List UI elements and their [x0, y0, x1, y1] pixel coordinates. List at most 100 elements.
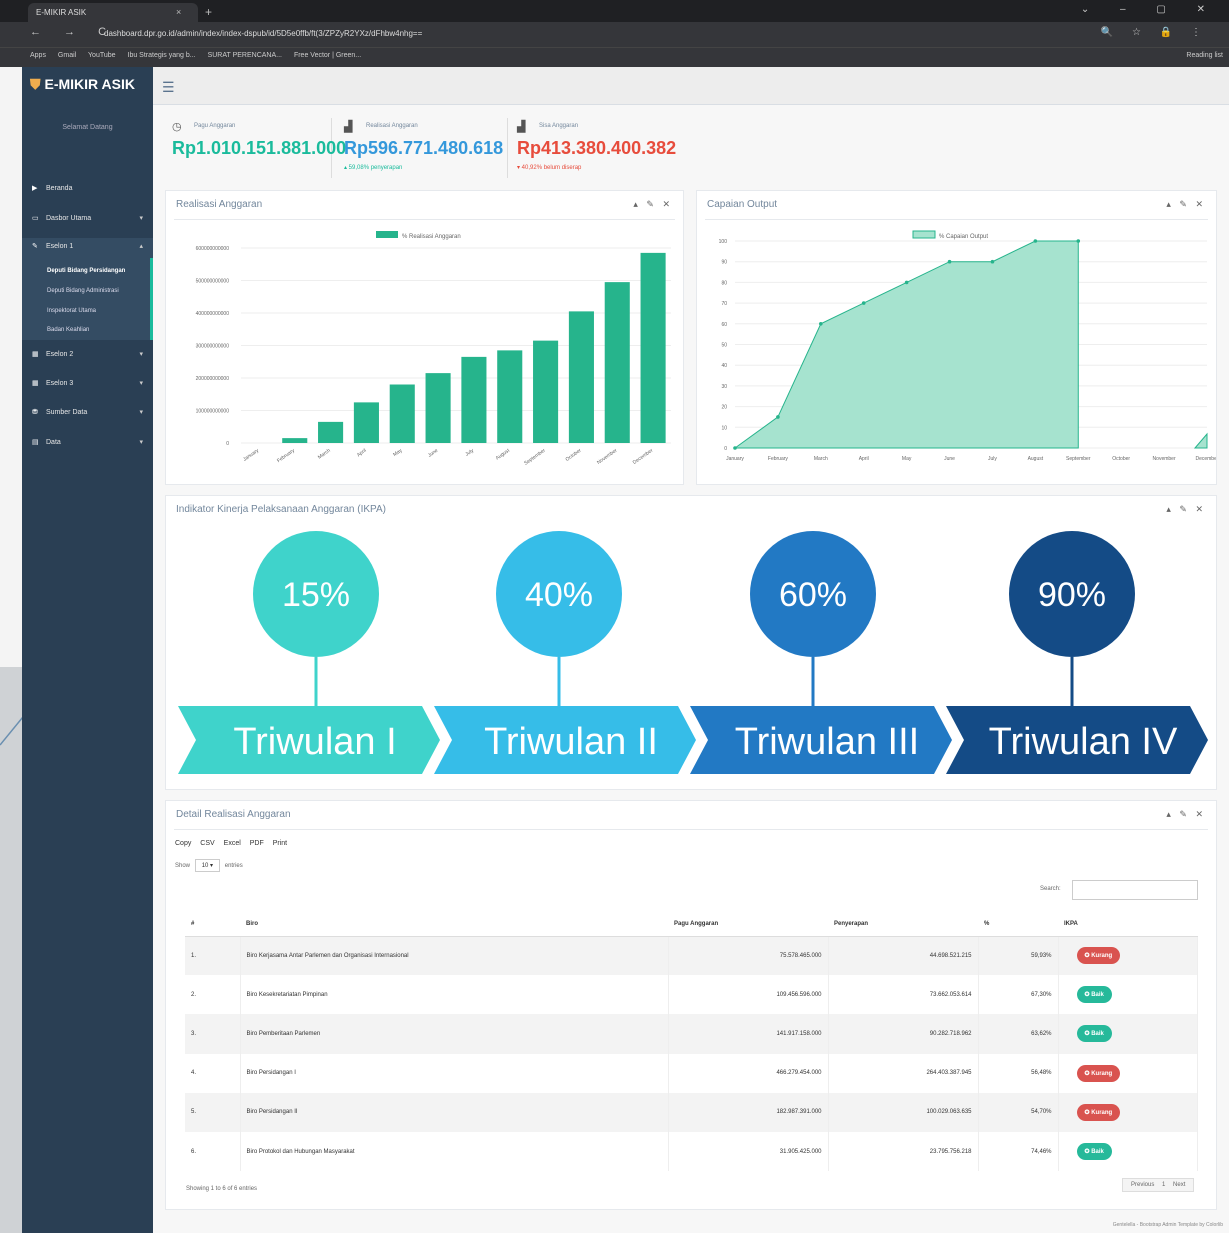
bookmark-gmail[interactable]: Gmail — [58, 52, 76, 59]
y-tick-label: 80 — [721, 280, 727, 286]
bar — [425, 373, 451, 443]
table-row: 2. Biro Kesekretariatan Pimpinan 109.456.5… — [185, 975, 1198, 1015]
bar — [640, 252, 666, 443]
sidebar-item-eselon-2[interactable]: ▦ Eselon 2 ▾ — [22, 346, 153, 366]
cell-biro: Biro Kesekretariatan Pimpinan — [240, 975, 669, 1015]
panel-realisasi: Realisasi Anggaran ▴ ✎ ✕ % Realisasi Ang… — [165, 190, 684, 485]
ikpa-badge[interactable]: ✪ Baik — [1076, 1025, 1112, 1043]
col-header-no[interactable]: # — [185, 912, 240, 937]
table-row: 3. Biro Pemberitaan Parlemen 141.917.158.0… — [185, 1014, 1198, 1054]
menu-toggle-icon[interactable]: ☰ — [162, 79, 175, 96]
table-body: 1. Biro Kerjasama Antar Parlemen dan Orga… — [185, 936, 1198, 1172]
cell-biro: Biro Pemberitaan Parlemen — [240, 1014, 669, 1054]
next-button[interactable]: Next — [1173, 1182, 1185, 1188]
x-tick-label: July — [988, 456, 997, 462]
legend-swatch — [912, 230, 936, 239]
col-header-percent[interactable]: % — [978, 912, 1058, 937]
x-tick-label: December — [632, 448, 655, 466]
ikpa-badge[interactable]: ✪ Kurang — [1076, 1103, 1121, 1121]
page-1-button[interactable]: 1 — [1162, 1182, 1165, 1188]
submenu-deputi-administrasi[interactable]: Deputi Bidang Administrasi — [22, 285, 153, 301]
bar — [604, 282, 630, 443]
y-tick-label: 30 — [721, 384, 727, 390]
ikpa-percent: 90% — [1038, 576, 1106, 614]
cell-pagu: 75.578.465.000 — [668, 936, 829, 976]
cell-biro: Biro Kerjasama Antar Parlemen dan Organi… — [240, 936, 669, 976]
sidebar-item-eselon-1[interactable]: ✎ Eselon 1 ▴ — [22, 238, 153, 258]
bookmark-item[interactable]: SURAT PERENCANA... — [208, 52, 282, 59]
toolbar-icons[interactable]: 🔍 ☆ 🔒 ⋮ — [1101, 27, 1209, 38]
submenu-deputi-persidangan[interactable]: Deputi Bidang Persidangan — [22, 265, 153, 281]
stat-value: Rp596.771.480.618 — [344, 138, 504, 158]
brand[interactable]: ⛊ E-MIKIR ASIK — [30, 76, 135, 93]
entries-select[interactable]: 10 ▾ — [194, 859, 221, 872]
y-tick-label: 40 — [721, 363, 727, 369]
bar — [353, 402, 379, 443]
stat-sub: ▾ 40,92% belum diserap — [517, 165, 582, 171]
col-header-penyerapan[interactable]: Penyerapan — [828, 912, 978, 937]
panel-tools[interactable]: ▴ ✎ ✕ — [1166, 809, 1206, 820]
bookmark-item[interactable]: Ibu Strategis yang b... — [128, 52, 196, 59]
copy-button[interactable]: Copy — [175, 840, 191, 847]
table-header-row: # Biro Pagu Anggaran Penyerapan % IKPA — [185, 912, 1198, 937]
window-controls[interactable]: ⌄ – ▢ ✕ — [1081, 4, 1219, 15]
sidebar-item-data[interactable]: ▤ Data ▾ — [22, 434, 153, 454]
submenu-badan-keahlian[interactable]: Badan Keahlian — [22, 324, 153, 340]
panel-tools[interactable]: ▴ ✎ ✕ — [633, 199, 673, 210]
bookmark-item[interactable]: Free Vector | Green... — [294, 52, 361, 59]
table-row: 1. Biro Kerjasama Antar Parlemen dan Orga… — [185, 936, 1198, 976]
panel-tools[interactable]: ▴ ✎ ✕ — [1166, 199, 1206, 210]
cell-ikpa: ✪ Kurang — [1058, 1053, 1198, 1093]
stat-label: Pagu Anggaran — [194, 123, 236, 129]
sidebar-item-label: Sumber Data — [46, 409, 88, 416]
realisasi-bar-chart: % Realisasi Anggaran 0 100000000000 2000000… — [196, 231, 671, 467]
reading-list[interactable]: Reading list — [1186, 52, 1223, 59]
col-header-biro[interactable]: Biro — [240, 912, 668, 937]
x-tick-label: August — [495, 447, 512, 461]
cell-percent: 63,62% — [978, 1014, 1059, 1054]
y-tick-label: 50 — [721, 343, 727, 349]
sidebar-item-beranda[interactable]: ▶ Beranda — [22, 180, 153, 200]
ikpa-badge[interactable]: ✪ Kurang — [1076, 1064, 1121, 1082]
ikpa-label: Triwulan IV — [989, 721, 1178, 763]
ikpa-badge[interactable]: ✪ Baik — [1076, 986, 1112, 1004]
y-tick-label: 20 — [721, 405, 727, 411]
bookmark-apps[interactable]: Apps — [30, 52, 46, 59]
search-input[interactable] — [1072, 880, 1198, 900]
sidebar-item-sumber-data[interactable]: ⛃ Sumber Data ▾ — [22, 404, 153, 424]
csv-button[interactable]: CSV — [200, 840, 214, 847]
panel-tools[interactable]: ▴ ✎ ✕ — [1166, 504, 1206, 515]
cell-no: 3. — [185, 1014, 241, 1054]
tab-close-icon[interactable]: × — [176, 7, 181, 17]
address-bar[interactable]: dashboard.dpr.go.id/admin/index/index-ds… — [104, 26, 1114, 43]
print-button[interactable]: Print — [273, 840, 287, 847]
ikpa-badge[interactable]: ✪ Kurang — [1076, 947, 1121, 965]
x-tick-label: June — [427, 448, 440, 459]
col-header-pagu[interactable]: Pagu Anggaran — [668, 912, 828, 937]
capaian-area-chart: % Capaian Output 0 10 20 30 40 50 60 70 80 90 100 Ja… — [719, 230, 1216, 462]
x-tick-label: May — [392, 447, 404, 458]
browser-tab[interactable]: E-MIKIR ASIK — [28, 3, 198, 22]
cell-ikpa: ✪ Baik — [1058, 975, 1198, 1015]
x-tick-label: May — [902, 456, 912, 462]
col-header-ikpa[interactable]: IKPA — [1058, 912, 1198, 937]
x-tick-label: January — [242, 447, 260, 462]
legend-swatch — [376, 231, 398, 238]
excel-button[interactable]: Excel — [224, 840, 241, 847]
pdf-button[interactable]: PDF — [250, 840, 264, 847]
new-tab-icon[interactable]: + — [205, 5, 212, 19]
x-tick-label: June — [944, 456, 955, 462]
cell-penyerapan: 44.698.521.215 — [828, 936, 979, 976]
ikpa-badge[interactable]: ✪ Baik — [1076, 1143, 1112, 1161]
submenu-inspektorat-utama[interactable]: Inspektorat Utama — [22, 305, 153, 321]
cell-percent: 56,48% — [978, 1053, 1059, 1093]
cell-percent: 74,46% — [978, 1131, 1059, 1172]
tab-title: E-MIKIR ASIK — [36, 8, 87, 17]
previous-button[interactable]: Previous — [1131, 1182, 1154, 1188]
y-tick-label: 500000000000 — [196, 279, 230, 285]
bookmark-youtube[interactable]: YouTube — [88, 52, 116, 59]
welcome-text: Selamat Datang — [62, 124, 113, 131]
sidebar-item-eselon-3[interactable]: ▦ Eselon 3 ▾ — [22, 375, 153, 395]
y-tick-label: 300000000000 — [196, 344, 230, 350]
sidebar-item-dasbor-utama[interactable]: ▭ Dasbor Utama ▾ — [22, 210, 153, 230]
